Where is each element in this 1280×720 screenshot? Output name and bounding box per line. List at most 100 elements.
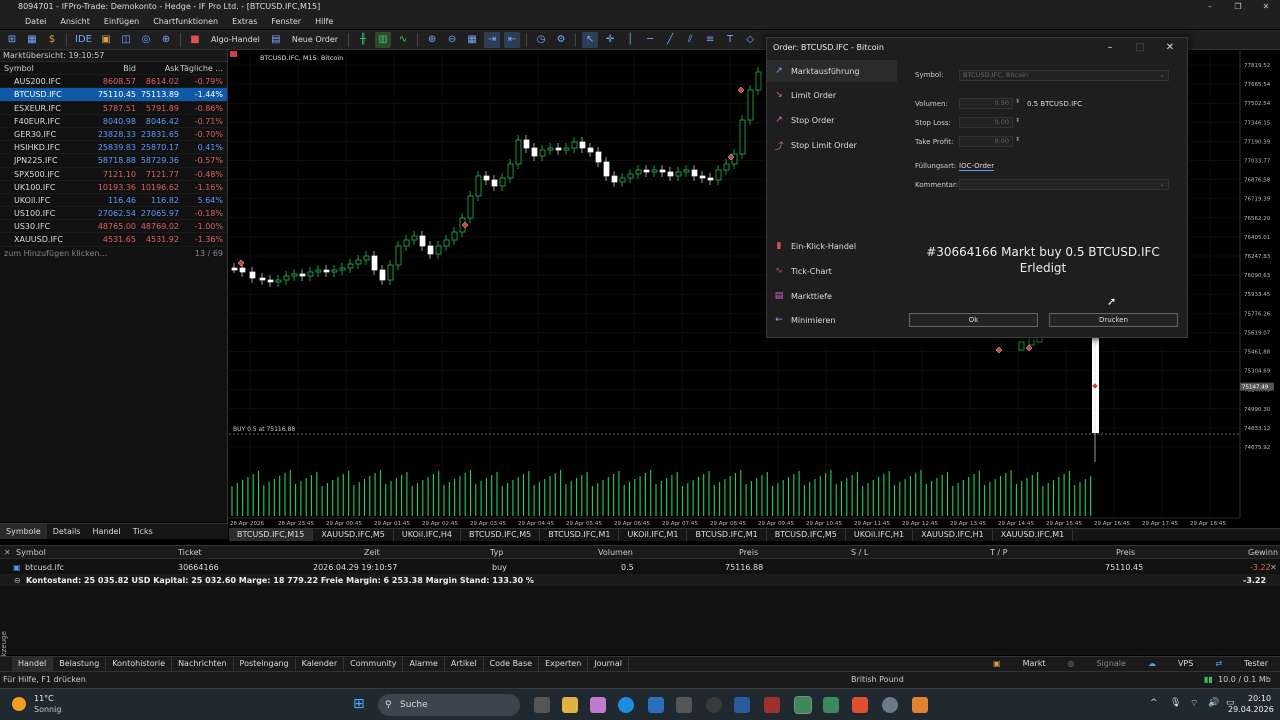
chart-tab[interactable]: XAUUSD.IFC,M1 xyxy=(993,529,1074,541)
autoscroll-icon[interactable]: ⇥ xyxy=(484,31,501,48)
speaker-icon[interactable]: 🔊 xyxy=(1208,698,1219,708)
chart-tab[interactable]: UKOil.IFC,H1 xyxy=(846,529,914,541)
column-price[interactable]: Preis xyxy=(739,546,758,559)
chevron-up-icon[interactable]: ^ xyxy=(1150,698,1158,708)
metatrader-icon[interactable] xyxy=(794,696,812,714)
tab-symbols[interactable]: Symbole xyxy=(0,524,47,539)
tab-articles[interactable]: Artikel xyxy=(445,657,484,671)
column-type[interactable]: Typ xyxy=(490,546,503,559)
line-chart-icon[interactable]: ∿ xyxy=(395,32,411,48)
chart-tab[interactable]: BTCUSD.IFC,M1 xyxy=(540,529,620,541)
chart-tab[interactable]: BTCUSD.IFC,M5 xyxy=(461,529,541,541)
menu-minimize[interactable]: ← Minimieren xyxy=(767,309,897,331)
column-symbol[interactable]: Symbol xyxy=(0,62,96,74)
menu-help[interactable]: Hilfe xyxy=(308,14,340,29)
market-watch-row[interactable]: BTCUSD.IFC 75110.45 75113.89 -1.44% xyxy=(0,88,227,102)
close-button[interactable]: ✕ xyxy=(1252,0,1280,14)
add-symbol-row[interactable]: zum Hinzufügen klicken... 13 / 69 xyxy=(0,247,227,260)
app-icon-3[interactable] xyxy=(764,697,780,713)
menu-tick-chart[interactable]: ∿ Tick-Chart xyxy=(767,260,897,282)
dialog-minimize-button[interactable]: – xyxy=(1095,38,1125,57)
menu-stop-limit-order[interactable]: ⤴ Stop Limit Order xyxy=(767,134,897,156)
column-ask[interactable]: Ask xyxy=(136,62,179,74)
wifi-icon[interactable]: ⌔ xyxy=(1190,698,1198,709)
market-link[interactable]: Markt xyxy=(1017,657,1052,671)
market-watch-row[interactable]: F40EUR.IFC 8040.98 8046.42 -0.71% xyxy=(0,115,227,128)
column-volume[interactable]: Volumen xyxy=(598,546,633,559)
app-icon-2[interactable] xyxy=(734,697,750,713)
column-sl[interactable]: S / L xyxy=(851,546,868,559)
chart-tab[interactable]: UKOil.IFC,H4 xyxy=(394,529,461,541)
zoom-in-icon[interactable]: ⊕ xyxy=(424,32,440,48)
edge-icon[interactable] xyxy=(618,697,634,713)
market-watch-row[interactable]: JPN225.IFC 58718.88 58729.36 -0.57% xyxy=(0,154,227,168)
menu-limit-order[interactable]: ↘ Limit Order xyxy=(767,84,897,106)
tab-mailbox[interactable]: Posteingang xyxy=(234,657,296,671)
windows-start-icon[interactable]: ⊞ xyxy=(353,696,365,712)
dialog-close-button[interactable]: ✕ xyxy=(1155,38,1185,57)
clock-time[interactable]: 20:10 xyxy=(1248,694,1271,703)
menu-stop-order[interactable]: ↗ Stop Order xyxy=(767,109,897,131)
candlestick-icon[interactable]: ▥ xyxy=(375,31,392,48)
column-profit[interactable]: Gewinn xyxy=(1248,546,1278,559)
task-view-icon[interactable] xyxy=(534,697,550,713)
brave-icon[interactable] xyxy=(852,697,868,713)
market-watch-row[interactable]: HSIHKD.IFC 25839.83 25870.17 0.41% xyxy=(0,141,227,155)
app-icon[interactable] xyxy=(706,697,722,713)
close-position-icon[interactable]: ✕ xyxy=(1270,561,1277,574)
column-price-current[interactable]: Preis xyxy=(1116,546,1135,559)
vertical-line-icon[interactable]: │ xyxy=(622,32,638,48)
column-ticket[interactable]: Ticket xyxy=(178,546,202,559)
indicators-icon[interactable]: ◷ xyxy=(533,32,549,48)
algo-trading-icon[interactable]: ■ xyxy=(187,32,203,48)
tab-ticks[interactable]: Ticks xyxy=(127,524,159,539)
trendline-icon[interactable]: ╱ xyxy=(662,32,678,48)
templates-icon[interactable]: ⚙ xyxy=(553,32,569,48)
profiles-icon[interactable]: ▦ xyxy=(24,32,40,48)
menu-file[interactable]: Datei xyxy=(18,14,53,29)
explorer-icon[interactable] xyxy=(562,697,578,713)
channel-icon[interactable]: ⫽ xyxy=(682,32,698,48)
horizontal-line-icon[interactable]: ─ xyxy=(642,32,658,48)
ok-button[interactable]: Ok xyxy=(909,313,1038,327)
menu-insert[interactable]: Einfügen xyxy=(97,14,146,29)
tab-community[interactable]: Community xyxy=(344,657,404,671)
menu-window[interactable]: Fenster xyxy=(264,14,308,29)
store-icon[interactable] xyxy=(676,697,692,713)
app-icon-4[interactable] xyxy=(912,697,928,713)
taskbar-search[interactable]: ⚲ Suche xyxy=(378,694,520,716)
column-tp[interactable]: T / P xyxy=(990,546,1008,559)
menu-market-execution[interactable]: ↗ Marktausführung xyxy=(767,60,897,82)
network-icon[interactable]: ⊕ xyxy=(158,32,174,48)
tab-journal[interactable]: Journal xyxy=(588,657,629,671)
menu-charts[interactable]: Chartfunktionen xyxy=(146,14,225,29)
table-row[interactable]: ▣ btcusd.ifc 30664166 2026.04.29 19:10:5… xyxy=(0,561,1280,573)
chart-tab[interactable]: BTCUSD.IFC,M1 xyxy=(687,529,767,541)
chart-tab[interactable]: XAUUSD.IFC,H1 xyxy=(913,529,993,541)
close-toolbox-icon[interactable]: ✕ xyxy=(4,546,11,559)
new-chart-icon[interactable]: ⊞ xyxy=(4,32,20,48)
text-icon[interactable]: T xyxy=(722,32,738,48)
menu-view[interactable]: Ansicht xyxy=(53,14,97,29)
cursor-icon[interactable]: ↖ xyxy=(582,31,599,48)
maximize-button[interactable]: ❐ xyxy=(1224,0,1252,14)
market-watch-row[interactable]: XAUUSD.IFC 4531.65 4531.92 -1.36% xyxy=(0,233,227,247)
chart-shift-icon[interactable]: ⇤ xyxy=(504,31,521,48)
crosshair-icon[interactable]: ✛ xyxy=(602,32,618,48)
tab-details[interactable]: Details xyxy=(47,524,87,539)
signals-link[interactable]: Signale xyxy=(1090,657,1132,671)
market-watch-row[interactable]: GER30.IFC 23828.33 23831.65 -0.70% xyxy=(0,128,227,142)
column-bid[interactable]: Bid xyxy=(96,62,136,74)
market-watch-row[interactable]: SPX500.IFC 7121.10 7121.77 -0.48% xyxy=(0,168,227,181)
tile-windows-icon[interactable]: ▦ xyxy=(464,32,480,48)
bar-chart-icon[interactable]: ╫ xyxy=(355,32,371,48)
market-watch-row[interactable]: ESXEUR.IFC 5787.51 5791.89 -0.86% xyxy=(0,102,227,115)
market-watch-row[interactable]: US100.IFC 27062.54 27065.97 -0.18% xyxy=(0,207,227,221)
tab-history[interactable]: Kontohistorie xyxy=(106,657,173,671)
new-order-icon[interactable]: ▤ xyxy=(268,32,284,48)
tester-link[interactable]: Tester xyxy=(1238,657,1274,671)
chart-tab[interactable]: XAUUSD.IFC,M5 xyxy=(313,529,394,541)
tab-trade[interactable]: Handel xyxy=(12,657,54,671)
metatrader-icon-2[interactable] xyxy=(823,697,839,713)
chart-tab[interactable]: UKOil.IFC,M1 xyxy=(619,529,688,541)
